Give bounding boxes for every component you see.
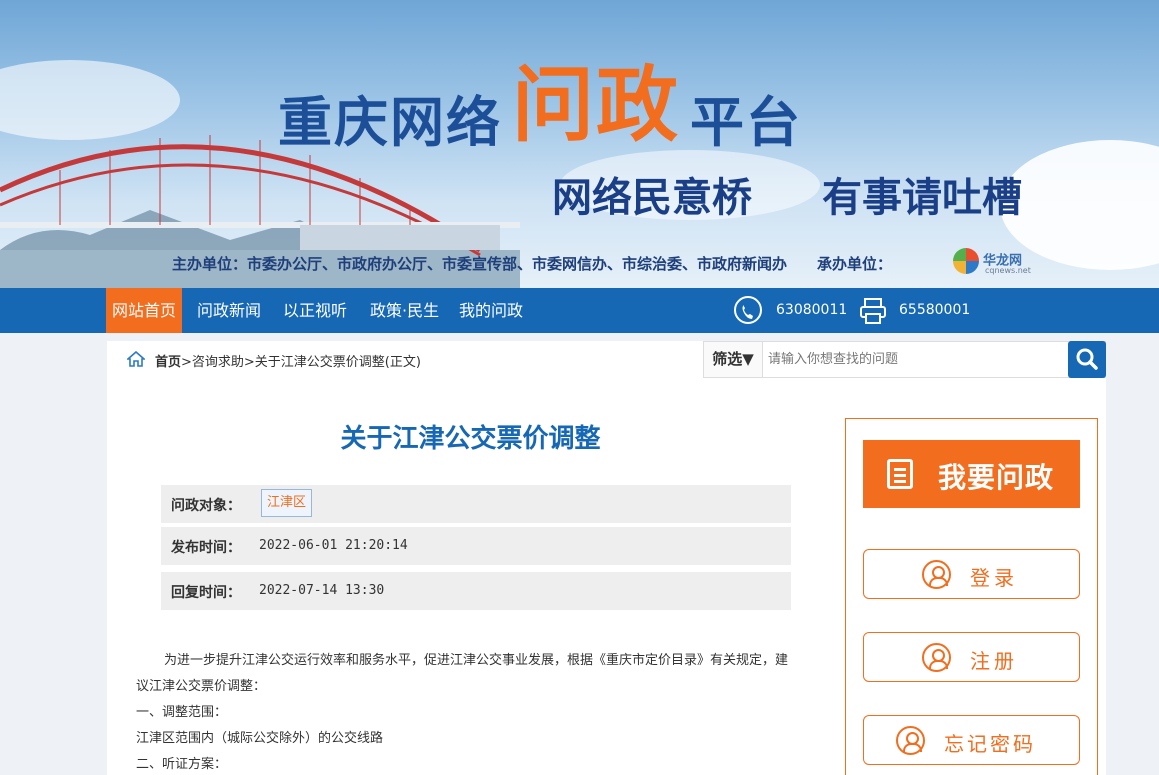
header-banner: 重庆网络 问政 平台 网络民意桥 有事请吐槽 主办单位：市委办公厅、市政府办公厅、市…: [0, 0, 1159, 288]
info-row-reply: 回复时间： 2022-07-14 13:30: [161, 572, 791, 610]
user-icon: [922, 643, 951, 672]
register-button[interactable]: 注册: [863, 632, 1080, 682]
nav-my-questions[interactable]: 我的问政: [453, 288, 529, 333]
user-icon: [922, 560, 951, 589]
reply-time: 2022-07-14 13:30: [259, 583, 385, 598]
hualong-logo-icon: [953, 248, 979, 274]
publish-label: 发布时间：: [171, 540, 241, 556]
user-icon: [896, 726, 925, 755]
target-label: 问政对象：: [171, 498, 241, 514]
main-nav: 网站首页 问政新闻 以正视听 政策·民生 我的问政 63080011 65580…: [0, 288, 1159, 333]
phone-icon: [734, 296, 762, 324]
search-input[interactable]: [764, 342, 1069, 377]
breadcrumb-bar: 首页>咨询求助>关于江津公交票价调整(正文) 筛选▼: [107, 341, 1106, 378]
info-row-target: 问政对象： 江津区: [161, 485, 791, 523]
slogan-left: 网络民意桥: [552, 175, 752, 221]
nav-clarify[interactable]: 以正视听: [277, 288, 353, 333]
nav-policy[interactable]: 政策·民生: [364, 288, 445, 333]
search-box: 筛选▼: [703, 341, 1106, 378]
article-line: 江津区范围内（城际公交除外）的公交线路: [136, 731, 384, 746]
search-icon: [1076, 348, 1098, 370]
side-panel: 我要问政 登录 注册 忘记密码: [845, 418, 1098, 775]
login-button[interactable]: 登录: [863, 549, 1080, 599]
search-button[interactable]: [1068, 341, 1106, 378]
article-body: 为进一步提升江津公交运行效率和服务水平，促进江津公交事业发展，根据《重庆市定价目…: [136, 648, 796, 775]
ask-question-button[interactable]: 我要问政: [863, 440, 1080, 508]
publish-time: 2022-06-01 21:20:14: [259, 538, 408, 553]
info-row-publish: 发布时间： 2022-06-01 21:20:14: [161, 527, 791, 565]
content-area: 关于江津公交票价调整 问政对象： 江津区 发布时间： 2022-06-01 21…: [107, 378, 1106, 775]
article-line: 二、听证方案：: [136, 757, 228, 772]
filter-dropdown[interactable]: 筛选▼: [704, 342, 763, 377]
breadcrumb-path[interactable]: >咨询求助>关于江津公交票价调整(正文): [181, 355, 421, 370]
document-icon: [887, 459, 913, 489]
nav-news[interactable]: 问政新闻: [191, 288, 267, 333]
article-paragraph: 为进一步提升江津公交运行效率和服务水平，促进江津公交事业发展，根据《重庆市定价目…: [136, 653, 789, 694]
breadcrumb: 首页>咨询求助>关于江津公交票价调整(正文): [155, 351, 421, 370]
forgot-password-button[interactable]: 忘记密码: [863, 715, 1080, 765]
partner-logo[interactable]: 华龙网 cqnews.net: [953, 248, 1031, 275]
target-tag[interactable]: 江津区: [261, 489, 313, 517]
breadcrumb-home-link[interactable]: 首页: [155, 355, 181, 370]
home-icon[interactable]: [127, 351, 145, 367]
sponsor-text: 主办单位：市委办公厅、市政府办公厅、市委宣传部、市委网信办、市综治委、市政府新闻…: [172, 255, 893, 273]
site-title: 重庆网络 问政 平台: [278, 58, 803, 154]
nav-home[interactable]: 网站首页: [106, 288, 183, 333]
slogan-right: 有事请吐槽: [822, 175, 1022, 221]
article-title: 关于江津公交票价调整: [340, 424, 601, 454]
fax-icon: [860, 298, 886, 324]
article-line: 一、调整范围：: [136, 705, 228, 720]
reply-label: 回复时间：: [171, 585, 241, 601]
